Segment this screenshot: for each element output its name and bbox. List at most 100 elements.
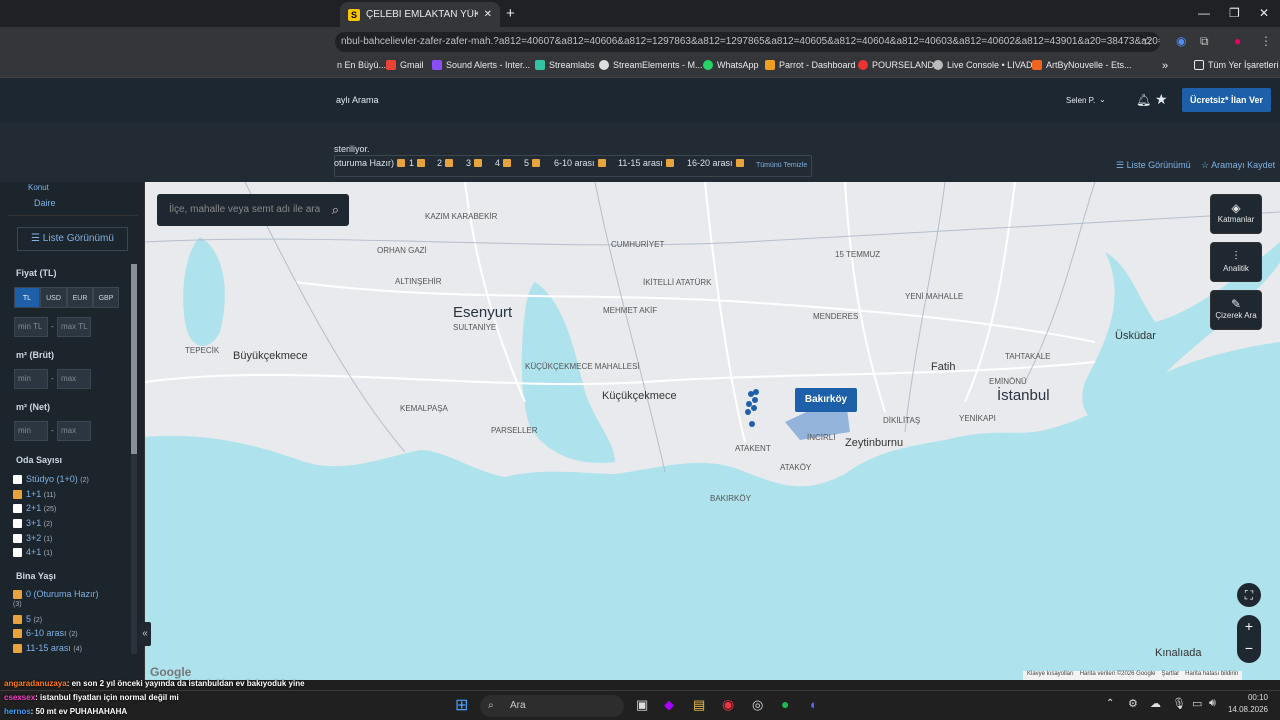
min-m2-net-input[interactable]: min <box>14 421 48 441</box>
network-icon[interactable]: ▭ <box>1192 697 1202 710</box>
checkbox-room[interactable] <box>13 519 22 528</box>
list-view-link[interactable]: ☰ Liste Görünümü <box>1116 160 1191 171</box>
age-option[interactable]: 11-15 arası (4) <box>26 643 82 653</box>
min-m2-gross-input[interactable]: min <box>14 369 48 389</box>
currency-eur[interactable]: EUR <box>67 287 93 308</box>
age-option[interactable]: 5 (2) <box>26 614 42 624</box>
bookmark-item[interactable]: Live Console • LIVAD <box>933 60 1033 70</box>
report-error-link[interactable]: Harita hatası bildirin <box>1185 671 1238 680</box>
search-icon[interactable]: ⌕ <box>332 194 339 226</box>
header-nav-label[interactable]: aylı Arama <box>336 95 379 105</box>
microphone-icon[interactable]: 🎙︎ <box>1172 697 1186 710</box>
analytics-button[interactable]: ⫶ Analitik <box>1210 242 1262 282</box>
close-window-icon[interactable]: ✕ <box>1259 6 1269 20</box>
tab-active[interactable]: S ÇELEBİ EMLAKTAN YÜKSEK GİR ✕ <box>340 2 500 27</box>
clear-all-link[interactable]: Tümünü Temizle <box>756 162 807 169</box>
room-option[interactable]: 2+1 (25) <box>26 503 56 513</box>
maximize-icon[interactable]: ❐ <box>1229 6 1240 20</box>
filter-chip[interactable]: 11-15 arası <box>618 158 674 168</box>
currency-tl[interactable]: TL <box>14 287 40 308</box>
checkbox-room[interactable] <box>13 548 22 557</box>
remove-chip-icon[interactable] <box>474 159 483 167</box>
new-tab-icon[interactable]: + <box>506 5 515 22</box>
bookmark-item[interactable]: Gmail <box>386 60 424 70</box>
close-tab-icon[interactable]: ✕ <box>484 9 492 20</box>
remove-chip-icon[interactable] <box>597 159 606 167</box>
remove-chip-icon[interactable] <box>397 159 406 167</box>
remove-chip-icon[interactable] <box>665 159 674 167</box>
filter-chip[interactable]: 1 <box>409 158 426 168</box>
post-listing-button[interactable]: Ücretsiz* İlan Ver <box>1182 88 1271 112</box>
remove-chip-icon[interactable] <box>503 159 512 167</box>
more-bookmarks-icon[interactable]: » <box>1162 60 1168 72</box>
remove-chip-icon[interactable] <box>735 159 744 167</box>
bookmark-item[interactable]: Parrot - Dashboard <box>765 60 856 70</box>
user-menu[interactable]: Selen P. <box>1066 96 1095 105</box>
age-option[interactable]: 0 (Oturuma Hazır) <box>26 589 99 599</box>
zoom-in-icon[interactable]: + <box>1237 615 1261 637</box>
tray-cloud-icon[interactable]: ☁ <box>1150 697 1161 710</box>
checkbox-room[interactable] <box>13 504 22 513</box>
spotify-icon[interactable]: ● <box>781 696 789 712</box>
currency-gbp[interactable]: GBP <box>93 287 119 308</box>
keyboard-shortcuts-link[interactable]: Klavye kısayolları <box>1027 671 1074 680</box>
checkbox-age[interactable] <box>13 644 22 653</box>
filter-chip[interactable]: 5 <box>524 158 541 168</box>
remove-chip-icon[interactable] <box>445 159 454 167</box>
bookmark-item[interactable]: Streamlabs <box>535 60 595 70</box>
checkbox-room[interactable] <box>13 475 22 484</box>
tray-chevron-icon[interactable]: ⌃ <box>1106 698 1114 709</box>
extension-icon[interactable]: ◉ <box>1176 34 1186 48</box>
profile-avatar-icon[interactable]: ● <box>1234 34 1241 48</box>
room-option[interactable]: 3+2 (1) <box>26 533 52 543</box>
bookmark-item[interactable]: ArtByNouvelle - Ets... <box>1032 60 1132 70</box>
url-field[interactable]: nbul-bahcelievler-zafer-zafer-mah.?a812=… <box>335 32 1160 52</box>
draw-search-button[interactable]: ✎ Çizerek Ara <box>1210 290 1262 330</box>
checkbox-age[interactable] <box>13 615 22 624</box>
max-price-input[interactable]: max TL <box>57 317 91 337</box>
fullscreen-icon[interactable]: ⛶ <box>1237 583 1261 607</box>
category-konut[interactable]: Konut <box>28 183 49 192</box>
map-search-input[interactable]: İlçe, mahalle veya semt adı ile ara ⌕ <box>157 194 349 226</box>
bookmark-item[interactable]: Sound Alerts - Inter... <box>432 60 530 70</box>
bakirkoy-callout[interactable]: Bakırköy <box>795 388 857 412</box>
room-option[interactable]: 3+1 (2) <box>26 518 52 528</box>
bell-icon[interactable]: 🔔︎ <box>1136 93 1151 107</box>
bookmarks-folder[interactable]: Tüm Yer İşaretleri <box>1194 60 1279 70</box>
checkbox-room[interactable] <box>13 490 22 499</box>
menu-dots-icon[interactable]: ⋮ <box>1260 34 1272 48</box>
tray-app-icon[interactable]: ⚙ <box>1128 697 1138 710</box>
bookmark-item[interactable]: WhatsApp <box>703 60 759 70</box>
currency-usd[interactable]: USD <box>40 287 67 308</box>
extensions-puzzle-icon[interactable]: ⧉ <box>1200 34 1209 49</box>
checkbox-room[interactable] <box>13 534 22 543</box>
list-view-button[interactable]: ☰ Liste Görünümü <box>17 227 128 251</box>
discord-icon[interactable]: ◐ <box>810 697 818 712</box>
clock-time[interactable]: 00:10 <box>1228 693 1268 702</box>
collapse-sidebar-icon[interactable]: « <box>139 622 151 646</box>
max-m2-gross-input[interactable]: max <box>57 369 91 389</box>
save-search-link[interactable]: ☆ Aramayı Kaydet <box>1201 160 1275 171</box>
layers-button[interactable]: ◈ Katmanlar <box>1210 194 1262 234</box>
checkbox-age[interactable] <box>13 590 22 599</box>
filter-chip[interactable]: 2 <box>437 158 454 168</box>
chevron-down-icon[interactable]: ⌄ <box>1099 95 1106 104</box>
filter-chip[interactable]: 3 <box>466 158 483 168</box>
star-bookmark-icon[interactable]: ☆ <box>1142 34 1153 48</box>
filter-chip[interactable]: 6-10 arası <box>554 158 606 168</box>
minimize-icon[interactable]: — <box>1198 6 1210 20</box>
terms-link[interactable]: Şartlar <box>1161 671 1179 680</box>
favorites-star-icon[interactable]: ★ <box>1155 91 1168 108</box>
map-view[interactable]: İlçe, mahalle veya semt adı ile ara ⌕ Ese… <box>145 182 1280 680</box>
zoom-out-icon[interactable]: − <box>1237 637 1261 659</box>
min-price-input[interactable]: min TL <box>14 317 48 337</box>
bookmark-item[interactable]: POURSELAND <box>858 60 934 70</box>
clock-date[interactable]: 14.08.2026 <box>1220 705 1268 714</box>
filter-chip[interactable]: 16-20 arası <box>687 158 744 168</box>
volume-icon[interactable]: 🔊︎ <box>1209 697 1216 710</box>
filter-chip[interactable]: 4 <box>495 158 512 168</box>
room-option[interactable]: 1+1 (11) <box>26 489 56 499</box>
remove-chip-icon[interactable] <box>532 159 541 167</box>
sidebar-scrollbar[interactable] <box>131 264 137 654</box>
room-option[interactable]: 4+1 (1) <box>26 547 52 557</box>
